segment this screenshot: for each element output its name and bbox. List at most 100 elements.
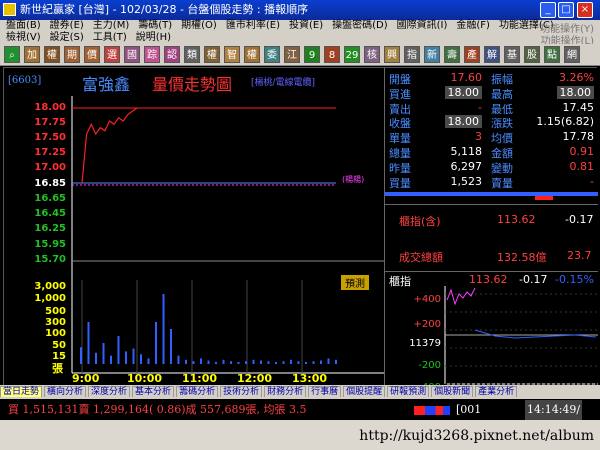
toolbar-button[interactable]: 指 — [404, 46, 420, 63]
forecast-button[interactable]: 預測 — [341, 275, 369, 290]
status-color-bar — [414, 406, 450, 415]
menu-item[interactable]: 投資(E) — [289, 20, 323, 31]
app-icon — [3, 3, 16, 16]
analysis-tab[interactable]: 基本分析 — [132, 386, 175, 397]
price-tick-label: 15.95 — [34, 239, 66, 250]
menu-item[interactable]: 匯市利率(E) — [226, 20, 280, 31]
quote-label: 總量 — [389, 147, 411, 160]
menu-item[interactable]: 檢視(V) — [6, 32, 41, 43]
volume-bar — [185, 359, 187, 364]
toolbar-button[interactable]: 壽 — [444, 46, 460, 63]
bid-ask-red — [535, 196, 553, 200]
menu-item[interactable]: 證券(E) — [50, 20, 84, 31]
time-tick-label: 9:00 — [72, 372, 100, 385]
volume-bar — [95, 352, 97, 364]
minimize-button[interactable]: _ — [540, 2, 556, 18]
toolbar-button[interactable]: 踪 — [144, 46, 160, 63]
menu-item[interactable]: 盤面(B) — [6, 20, 41, 31]
menu-item[interactable]: 工具(T) — [93, 32, 127, 43]
menu-item[interactable]: 籌碼(T) — [138, 20, 172, 31]
toolbar-button[interactable]: 新 — [424, 46, 440, 63]
analysis-tab[interactable]: 個股提醒 — [343, 386, 386, 397]
price-tick-label: 17.75 — [34, 117, 66, 128]
analysis-tab[interactable]: 行事曆 — [308, 386, 342, 397]
toolbar-button[interactable]: 網 — [564, 46, 580, 63]
toolbar: ⌕ 加權期價選國踪認類權智權委江 9 8 29 核興指新壽產解基股點網 — [0, 44, 600, 66]
toolbar-button[interactable]: 江 — [284, 46, 300, 63]
volume-bar — [192, 361, 195, 364]
toolbar-button[interactable]: 選 — [104, 46, 120, 63]
close-button[interactable]: × — [577, 2, 593, 18]
menu-item[interactable]: 期權(O) — [181, 20, 217, 31]
search-icon[interactable]: ⌕ — [4, 46, 20, 63]
quote-value: 6,297 — [450, 159, 483, 173]
volume-bar — [132, 348, 135, 364]
watermark: http://kujd3268.pixnet.net/album — [359, 428, 594, 444]
volume-bar — [102, 343, 105, 364]
quote-value: - — [478, 100, 482, 114]
price-tick-label: 18.00 — [34, 102, 66, 113]
toolbar-button[interactable]: 產 — [464, 46, 480, 63]
mini-line-up — [446, 287, 476, 306]
volume-bar — [305, 361, 307, 364]
analysis-tab[interactable]: 橫向分析 — [44, 386, 87, 397]
window-title: 新世紀贏家 [台灣] - 102/03/28 - 台盤個股走勢 : 播報順序 — [20, 3, 309, 16]
menu-item[interactable]: 金融(F) — [456, 20, 490, 31]
maximize-button[interactable]: □ — [558, 2, 574, 18]
toolbar-button[interactable]: 權 — [244, 46, 260, 63]
analysis-tab[interactable]: 深度分析 — [88, 386, 131, 397]
toolbar-button[interactable]: 國 — [124, 46, 140, 63]
analysis-tab[interactable]: 產業分析 — [475, 386, 518, 397]
quote-value: 0.91 — [569, 145, 595, 158]
toolbar-button[interactable]: 9 — [304, 46, 320, 63]
quote-value: 3.26% — [559, 71, 594, 84]
toolbar-button[interactable]: 解 — [484, 46, 500, 63]
toolbar-button[interactable]: 核 — [364, 46, 380, 63]
menu-item[interactable]: 操盤密碼(D) — [332, 20, 388, 31]
toolbar-button[interactable]: 權 — [44, 46, 60, 63]
volume-bar — [297, 361, 300, 364]
volume-bar — [335, 359, 337, 364]
toolbar-button[interactable]: 29 — [344, 46, 360, 63]
toolbar-button[interactable]: 委 — [264, 46, 280, 63]
menu-item[interactable]: 設定(S) — [50, 32, 84, 43]
analysis-tab[interactable]: 研報預測 — [387, 386, 430, 397]
toolbar-button[interactable]: 類 — [184, 46, 200, 63]
menu-item[interactable]: 說明(H) — [136, 32, 171, 43]
bid-ask-bar — [385, 192, 598, 196]
volume-bar — [312, 361, 315, 364]
toolbar-button[interactable]: 加 — [24, 46, 40, 63]
toolbar-button[interactable]: 8 — [324, 46, 340, 63]
analysis-tab[interactable]: 當日走勢 — [0, 386, 43, 397]
toolbar-button[interactable]: 價 — [84, 46, 100, 63]
toolbar-button[interactable]: 權 — [204, 46, 220, 63]
analysis-tab[interactable]: 個股新聞 — [431, 386, 474, 397]
price-tick-label: 16.65 — [34, 193, 66, 204]
volume-tick-label: 1,000 — [34, 293, 66, 304]
toolbar-button[interactable]: 期 — [64, 46, 80, 63]
quote-label: 振幅 — [491, 73, 513, 86]
volume-bar — [200, 358, 202, 364]
quote-label: 買進 — [389, 87, 411, 101]
quote-value: - — [590, 174, 594, 188]
analysis-tab[interactable]: 財務分析 — [264, 386, 307, 397]
code-box[interactable]: [001 — [456, 400, 481, 420]
mini-change: -0.17 — [519, 273, 548, 286]
volume-bar — [245, 361, 247, 364]
toolbar-button[interactable]: 股 — [524, 46, 540, 63]
toolbar-button[interactable]: 點 — [544, 46, 560, 63]
analysis-tab[interactable]: 技術分析 — [220, 386, 263, 397]
analysis-tab[interactable]: 籌碼分析 — [176, 386, 219, 397]
quote-value: 17.45 — [562, 100, 595, 114]
quote-value: 18.00 — [444, 85, 482, 99]
time-tick-label: 10:00 — [127, 372, 163, 385]
volume-bar — [87, 322, 90, 364]
quote-value: 18.00 — [444, 115, 482, 129]
toolbar-button[interactable]: 智 — [224, 46, 240, 63]
volume-bar — [170, 329, 172, 364]
menu-item[interactable]: 國際資訊(I) — [397, 20, 448, 31]
menu-item[interactable]: 主力(M) — [93, 20, 129, 31]
toolbar-button[interactable]: 基 — [504, 46, 520, 63]
toolbar-button[interactable]: 興 — [384, 46, 400, 63]
toolbar-button[interactable]: 認 — [164, 46, 180, 63]
